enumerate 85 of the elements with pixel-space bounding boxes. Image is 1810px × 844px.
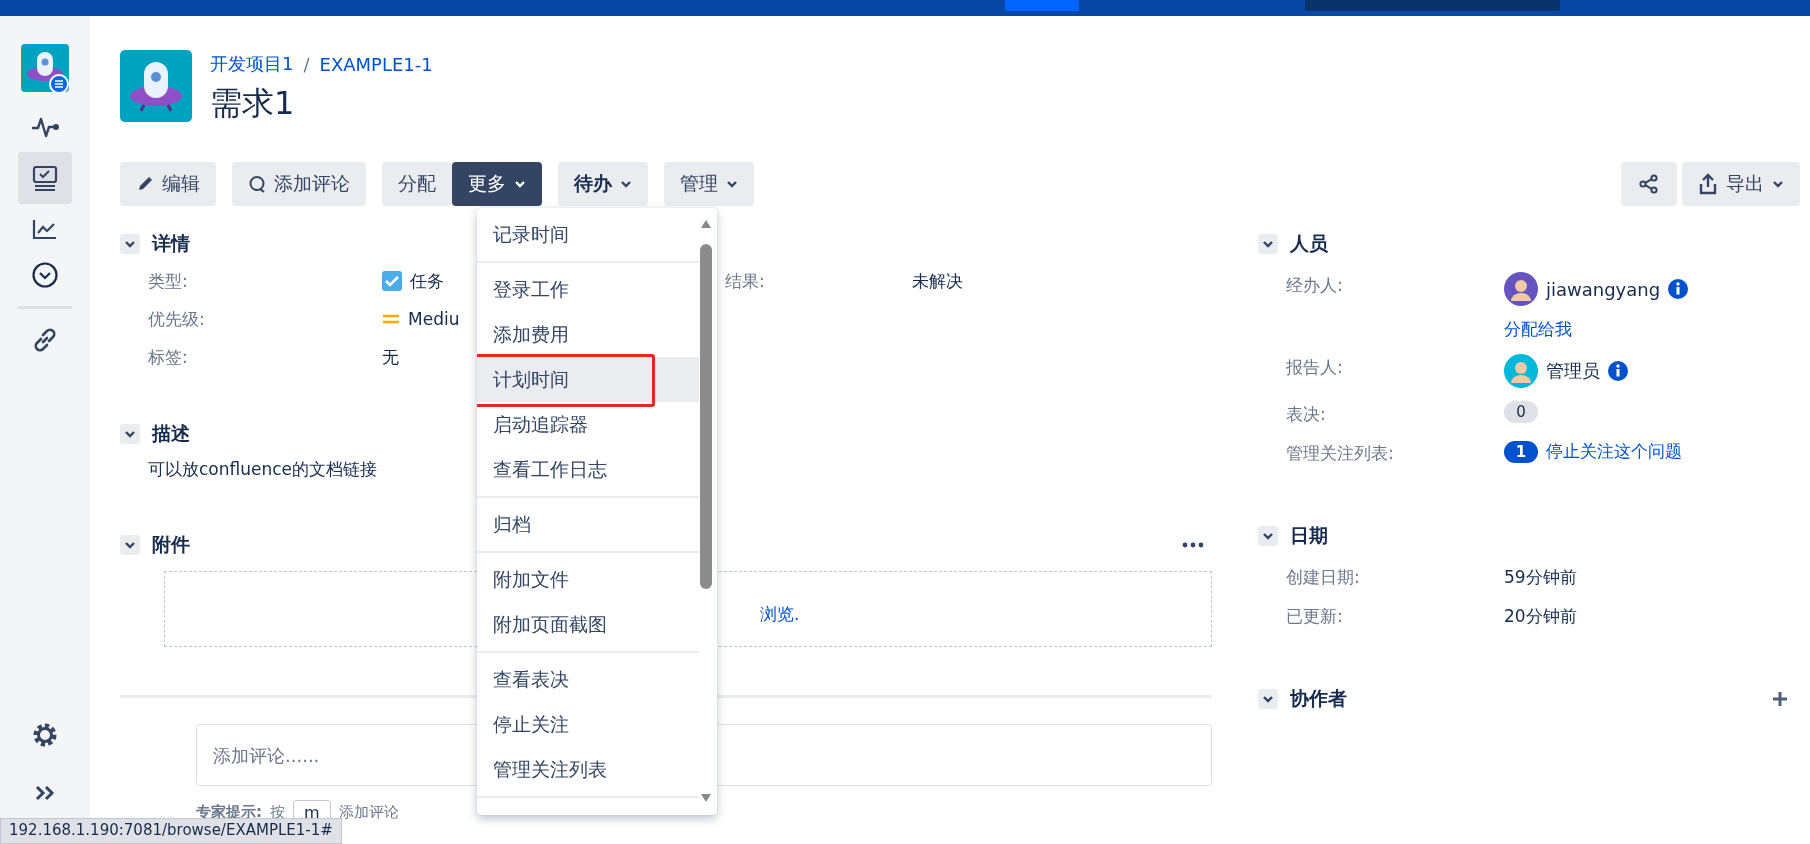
- date-value: 20分钟前: [1504, 605, 1578, 628]
- priority-icon: [382, 313, 400, 325]
- browse-link[interactable]: 浏览.: [760, 602, 800, 626]
- user-name: 管理员: [1546, 359, 1600, 383]
- user-name: jiawangyang: [1546, 278, 1661, 300]
- more-icon[interactable]: [1182, 542, 1204, 548]
- collapse-toggle[interactable]: [120, 424, 140, 444]
- section-title: 人员: [1290, 231, 1328, 256]
- chevron-icon: [124, 430, 136, 438]
- field-label: 管理关注列表:: [1286, 442, 1395, 465]
- vote-count[interactable]: 0: [1504, 401, 1538, 423]
- menu-item[interactable]: 登录工作: [477, 267, 699, 312]
- collapse-toggle[interactable]: [1258, 526, 1278, 546]
- field-label: 标签:: [148, 346, 189, 369]
- assign-link[interactable]: 分配给我: [1504, 318, 1790, 341]
- watch-count[interactable]: 1: [1504, 440, 1538, 463]
- sidebar-item[interactable]: [17, 152, 72, 204]
- menu-item[interactable]: 添加费用: [477, 312, 699, 357]
- activity-icon[interactable]: [29, 115, 60, 139]
- chevron-icon: [124, 541, 136, 549]
- status-button[interactable]: 待办: [558, 162, 648, 206]
- toolbar-button[interactable]: 编辑: [120, 162, 216, 206]
- info-icon[interactable]: [1668, 279, 1689, 299]
- chevron-icon: [124, 240, 136, 248]
- chart-icon[interactable]: [31, 218, 58, 240]
- info-icon[interactable]: [1608, 361, 1628, 381]
- checkbox-icon: [382, 271, 402, 291]
- menu-item[interactable]: 停止关注: [477, 702, 699, 747]
- field-value: Mediu: [408, 308, 460, 331]
- toolbar-button[interactable]: 添加评论: [232, 162, 366, 206]
- collapse-toggle[interactable]: [1258, 234, 1278, 254]
- section-title: 详情: [152, 231, 190, 256]
- field-label: 已更新:: [1286, 605, 1344, 628]
- pencil-icon: [136, 175, 154, 193]
- menu-item[interactable]: 查看表决: [477, 657, 699, 702]
- section-title: 协作者: [1290, 686, 1347, 711]
- status-bar: 192.168.1.190:7081/browse/EXAMPLE1-1#: [0, 818, 342, 844]
- upload-icon: [1698, 173, 1718, 195]
- collapse-toggle[interactable]: [120, 535, 140, 555]
- collapse-toggle[interactable]: [1258, 689, 1278, 709]
- add-icon[interactable]: [1772, 691, 1788, 707]
- field-label: 优先级:: [148, 308, 206, 331]
- ufo-icon[interactable]: [120, 50, 192, 122]
- section-title: 附件: [152, 532, 190, 557]
- field-label: 报告人:: [1286, 356, 1344, 379]
- field-label: 经办人:: [1286, 274, 1344, 297]
- menu-item[interactable]: 启动追踪器: [477, 402, 699, 447]
- ufo-icon[interactable]: [20, 44, 69, 92]
- field-label: 表决:: [1286, 403, 1327, 426]
- issue-title: 需求1: [210, 83, 296, 124]
- dropdown-button[interactable]: 管理: [664, 162, 754, 206]
- share-icon: [1639, 174, 1659, 194]
- field-value: 未解决: [912, 270, 963, 293]
- field-value: 无: [382, 346, 399, 369]
- toolbar-button[interactable]: 分配: [382, 162, 452, 206]
- section-title: 日期: [1290, 523, 1328, 548]
- breadcrumb-link[interactable]: EXAMPLE1-1: [319, 53, 433, 75]
- field-value: 任务: [410, 270, 444, 293]
- field-label: 结果:: [725, 270, 766, 293]
- avatar-icon: [1504, 272, 1538, 306]
- menu-item[interactable]: 归档: [477, 502, 699, 547]
- breadcrumb-link[interactable]: 开发项目1: [210, 52, 294, 76]
- stop-watching-link[interactable]: 停止关注这个问题: [1546, 440, 1682, 463]
- menu-item[interactable]: 附加文件: [477, 557, 699, 602]
- menu-item[interactable]: 管理关注列表: [477, 747, 699, 792]
- menu-item[interactable]: 记录时间: [477, 212, 699, 257]
- breadcrumb-separator: /: [303, 53, 310, 75]
- section-title: 描述: [152, 421, 190, 446]
- avatar-icon: [1504, 354, 1538, 388]
- menu-item[interactable]: 查看工作日志: [477, 447, 699, 492]
- field-label: 类型:: [148, 270, 189, 293]
- export-button[interactable]: 导出: [1682, 162, 1800, 206]
- description-text: 可以放confluence的文档链接: [148, 458, 378, 481]
- expand-icon[interactable]: [33, 784, 56, 802]
- board-icon: [31, 165, 58, 191]
- dropdown-button[interactable]: 更多: [452, 162, 542, 206]
- menu-item[interactable]: 附加页面截图: [477, 602, 699, 647]
- chevron-icon: [1262, 240, 1274, 248]
- collapse-toggle[interactable]: [120, 234, 140, 254]
- date-value: 59分钟前: [1504, 566, 1578, 589]
- clock-icon[interactable]: [30, 261, 59, 289]
- field-label: 创建日期:: [1286, 566, 1361, 589]
- share-button[interactable]: [1621, 162, 1677, 206]
- chevron-icon: [1262, 532, 1274, 540]
- chevron-icon: [1262, 695, 1274, 703]
